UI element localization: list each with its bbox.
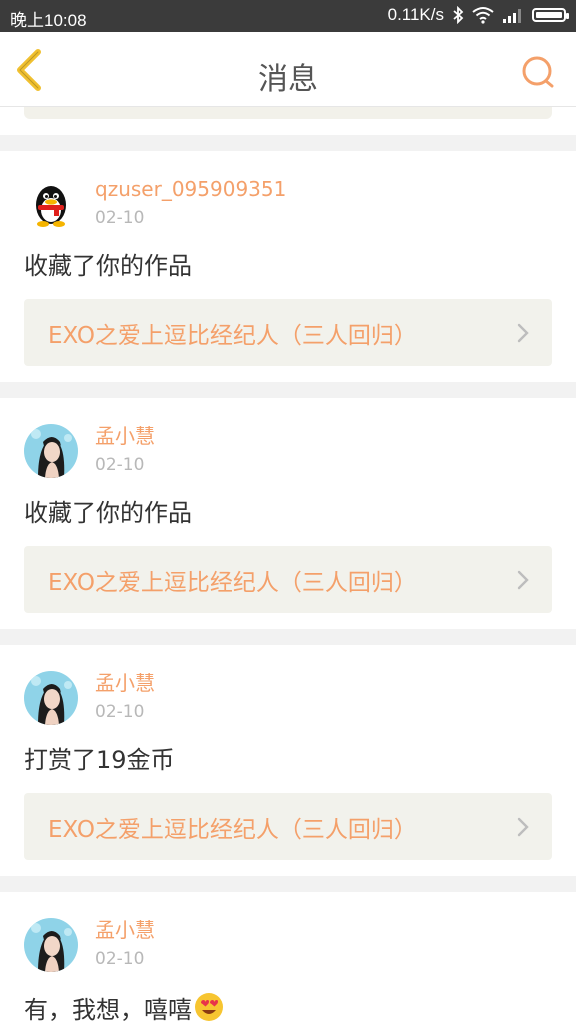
chevron-right-icon (517, 323, 529, 343)
username[interactable]: 孟小慧 (95, 424, 155, 448)
chevron-right-icon (517, 817, 529, 837)
heart-eyes-emoji-icon (195, 993, 223, 1021)
notification-card: 孟小慧 02-10 打赏了19金币 EXO之爱上逗比经纪人（三人回归） (0, 645, 576, 876)
message-text: 收藏了你的作品 (24, 499, 192, 527)
message-text-row: 有，我想，嘻嘻 (24, 992, 552, 1024)
user-avatar[interactable] (24, 424, 78, 478)
message-list[interactable]: qzuser_095909351 02-10 收藏了你的作品 EXO之爱上逗比经… (0, 107, 576, 1024)
notification-card: 孟小慧 02-10 有，我想，嘻嘻 (0, 892, 576, 1024)
bluetooth-icon (453, 6, 464, 24)
user-avatar[interactable] (24, 918, 78, 972)
message-text: 收藏了你的作品 (24, 252, 192, 280)
page-title: 消息 (258, 62, 318, 97)
status-bar: 晚上10:08 0.11K/s (0, 0, 576, 32)
work-title: EXO之爱上逗比经纪人（三人回归） (48, 569, 417, 596)
message-date: 02-10 (95, 702, 145, 722)
user-avatar[interactable] (24, 671, 78, 725)
message-text: 有，我想，嘻嘻 (24, 996, 192, 1024)
message-text: 打赏了19金币 (24, 746, 175, 774)
qq-penguin-icon[interactable] (24, 177, 78, 231)
top-nav-bar: 消息 (0, 32, 576, 107)
username[interactable]: 孟小慧 (95, 671, 155, 695)
work-link[interactable]: EXO之爱上逗比经纪人（三人回归） (24, 299, 552, 366)
message-date: 02-10 (95, 949, 145, 969)
username[interactable]: 孟小慧 (95, 918, 155, 942)
username[interactable]: qzuser_095909351 (95, 177, 286, 201)
previous-card-tail (0, 107, 576, 135)
signal-icon (503, 9, 521, 23)
network-speed: 0.11K/s (387, 5, 444, 24)
battery-icon (532, 8, 569, 22)
message-date: 02-10 (95, 455, 145, 475)
work-title: EXO之爱上逗比经纪人（三人回归） (48, 816, 417, 843)
notification-card: qzuser_095909351 02-10 收藏了你的作品 EXO之爱上逗比经… (0, 151, 576, 382)
notification-card: 孟小慧 02-10 收藏了你的作品 EXO之爱上逗比经纪人（三人回归） (0, 398, 576, 629)
work-title: EXO之爱上逗比经纪人（三人回归） (48, 322, 417, 349)
message-date: 02-10 (95, 208, 145, 228)
search-icon[interactable] (518, 52, 558, 92)
work-link[interactable]: EXO之爱上逗比经纪人（三人回归） (24, 793, 552, 860)
work-link[interactable]: EXO之爱上逗比经纪人（三人回归） (24, 546, 552, 613)
chevron-right-icon (517, 570, 529, 590)
status-time: 晚上10:08 (10, 11, 87, 30)
wifi-icon (472, 7, 494, 24)
